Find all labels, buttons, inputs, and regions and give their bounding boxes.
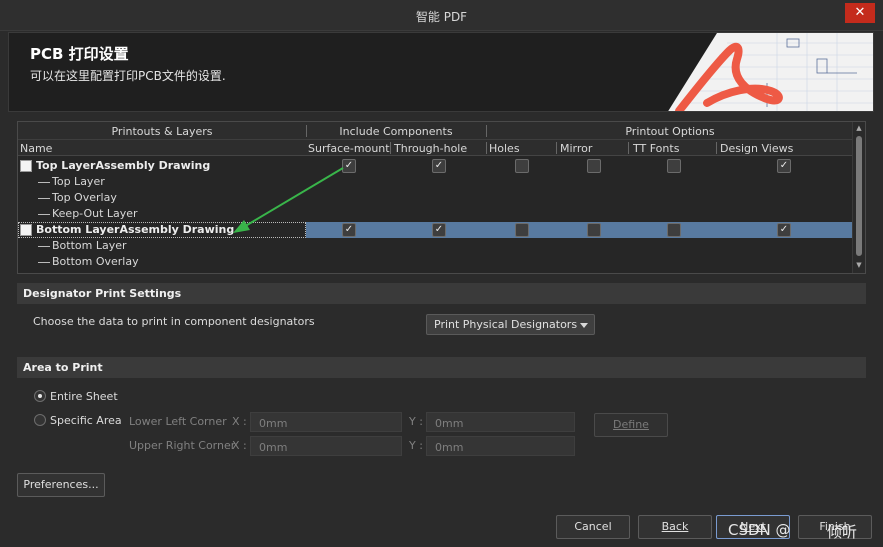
watermark-right: 倾听 — [827, 523, 858, 541]
specific-area-label[interactable]: Specific Area — [50, 414, 122, 427]
lower-left-x-input[interactable]: 0mm — [250, 412, 402, 432]
upper-right-y-label: Y : — [409, 439, 423, 452]
section-title: Designator Print Settings — [23, 287, 182, 300]
upper-right-x-input[interactable]: 0mm — [250, 436, 402, 456]
back-button[interactable]: Back — [638, 515, 712, 539]
upper-right-y-input[interactable]: 0mm — [426, 436, 575, 456]
annotation-arrow-icon — [233, 167, 344, 233]
upper-right-x-label: X : — [232, 439, 247, 452]
watermark-left: CSDN @ — [728, 521, 791, 539]
define-button[interactable]: Define — [594, 413, 668, 437]
designator-dropdown[interactable]: Print Physical Designators — [426, 314, 595, 335]
cancel-button[interactable]: Cancel — [556, 515, 630, 539]
radio-entire-sheet[interactable] — [34, 390, 46, 402]
lower-left-y-input[interactable]: 0mm — [426, 412, 575, 432]
dropdown-value: Print Physical Designators — [434, 318, 578, 331]
entire-sheet-label[interactable]: Entire Sheet — [50, 390, 118, 403]
designator-section-header: Designator Print Settings — [17, 283, 866, 304]
chevron-down-icon — [580, 323, 588, 328]
designator-prompt: Choose the data to print in component de… — [33, 315, 315, 328]
lower-left-label: Lower Left Corner — [129, 415, 227, 428]
section-title: Area to Print — [23, 361, 103, 374]
lower-left-y-label: Y : — [409, 415, 423, 428]
radio-specific-area[interactable] — [34, 414, 46, 426]
upper-right-label: Upper Right Corner — [129, 439, 236, 452]
lower-left-x-label: X : — [232, 415, 247, 428]
area-section-header: Area to Print — [17, 357, 866, 378]
preferences-button[interactable]: Preferences... — [17, 473, 105, 497]
